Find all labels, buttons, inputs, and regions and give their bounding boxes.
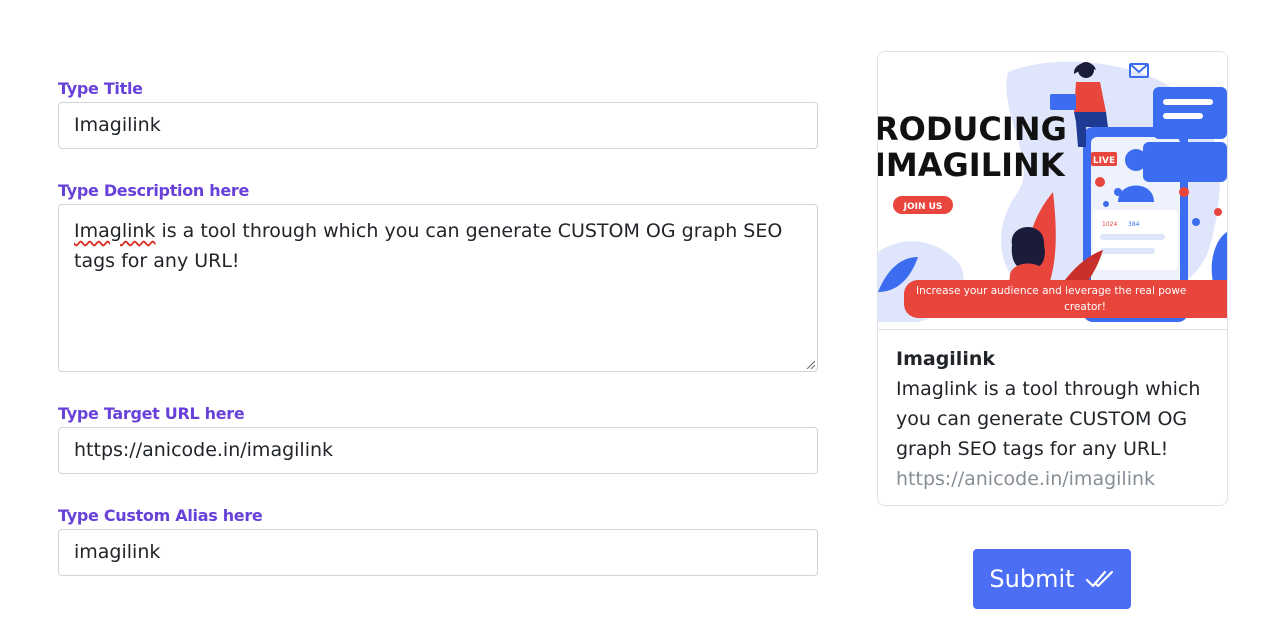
- card-body: Imagilink Imaglink is a tool through whi…: [896, 344, 1214, 494]
- banner-line-1: Increase your audience and leverage the …: [916, 285, 1186, 297]
- alias-input[interactable]: imagilink: [58, 529, 818, 576]
- double-check-icon: [1085, 570, 1113, 588]
- description-textarea-value: is a tool through which you can generate…: [74, 220, 783, 272]
- banner-line-2: creator!: [1064, 301, 1106, 313]
- alias-label: Type Custom Alias here: [58, 506, 263, 525]
- comment-count: 384: [1128, 221, 1140, 228]
- promo-illustration: LIVE 1024 384 RODUCING IMAGILINK JOIN US…: [878, 52, 1227, 329]
- description-textarea[interactable]: Imaglink is a tool through which you can…: [58, 204, 818, 372]
- preview-url: https://anicode.in/imagilink: [896, 468, 1156, 490]
- preview-title: Imagilink: [896, 348, 995, 370]
- url-input-value: https://anicode.in/imagilink: [74, 439, 334, 461]
- misspelled-word: Imaglink: [74, 220, 156, 242]
- title-input-value: Imagilink: [74, 114, 161, 136]
- headline-line-1: RODUCING: [878, 110, 1067, 148]
- description-label: Type Description here: [58, 181, 250, 200]
- submit-label: Submit: [989, 565, 1075, 593]
- og-preview-card: LIVE 1024 384 RODUCING IMAGILINK JOIN US…: [877, 51, 1228, 506]
- resize-handle-icon[interactable]: [805, 359, 815, 369]
- join-us-badge: JOIN US: [903, 202, 943, 212]
- submit-button[interactable]: Submit: [973, 549, 1131, 609]
- live-badge: LIVE: [1093, 156, 1115, 166]
- preview-image: LIVE 1024 384 RODUCING IMAGILINK JOIN US…: [878, 52, 1227, 329]
- url-label: Type Target URL here: [58, 404, 245, 423]
- like-count: 1024: [1102, 221, 1117, 228]
- url-input[interactable]: https://anicode.in/imagilink: [58, 427, 818, 474]
- preview-description: Imaglink is a tool through which you can…: [896, 378, 1201, 460]
- alias-input-value: imagilink: [74, 541, 161, 563]
- card-divider: [878, 329, 1227, 330]
- headline-line-2: IMAGILINK: [878, 146, 1066, 184]
- title-label: Type Title: [58, 79, 143, 98]
- title-input[interactable]: Imagilink: [58, 102, 818, 149]
